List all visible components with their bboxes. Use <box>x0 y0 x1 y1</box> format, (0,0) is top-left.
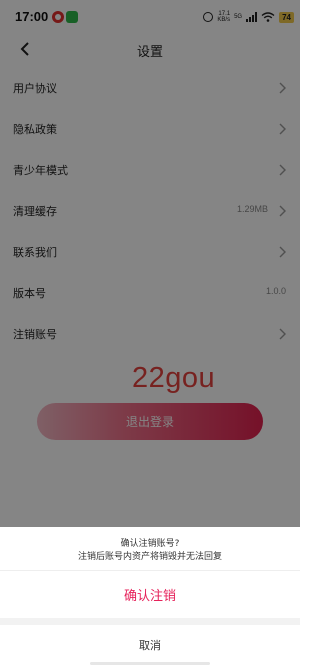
sheet-divider <box>0 618 300 625</box>
confirm-delete-label: 确认注销 <box>123 589 176 604</box>
home-indicator[interactable] <box>90 662 210 665</box>
cancel-label: 取消 <box>139 639 161 652</box>
action-sheet: 确认注销账号? 注销后账号内资产将销毁并无法回复 确认注销 取消 <box>0 527 300 667</box>
cancel-button[interactable]: 取消 <box>0 625 300 667</box>
confirm-delete-button[interactable]: 确认注销 <box>0 570 300 618</box>
sheet-title: 确认注销账号? <box>120 539 180 549</box>
sheet-message: 注销后账号内资产将销毁并无法回复 <box>77 552 222 562</box>
